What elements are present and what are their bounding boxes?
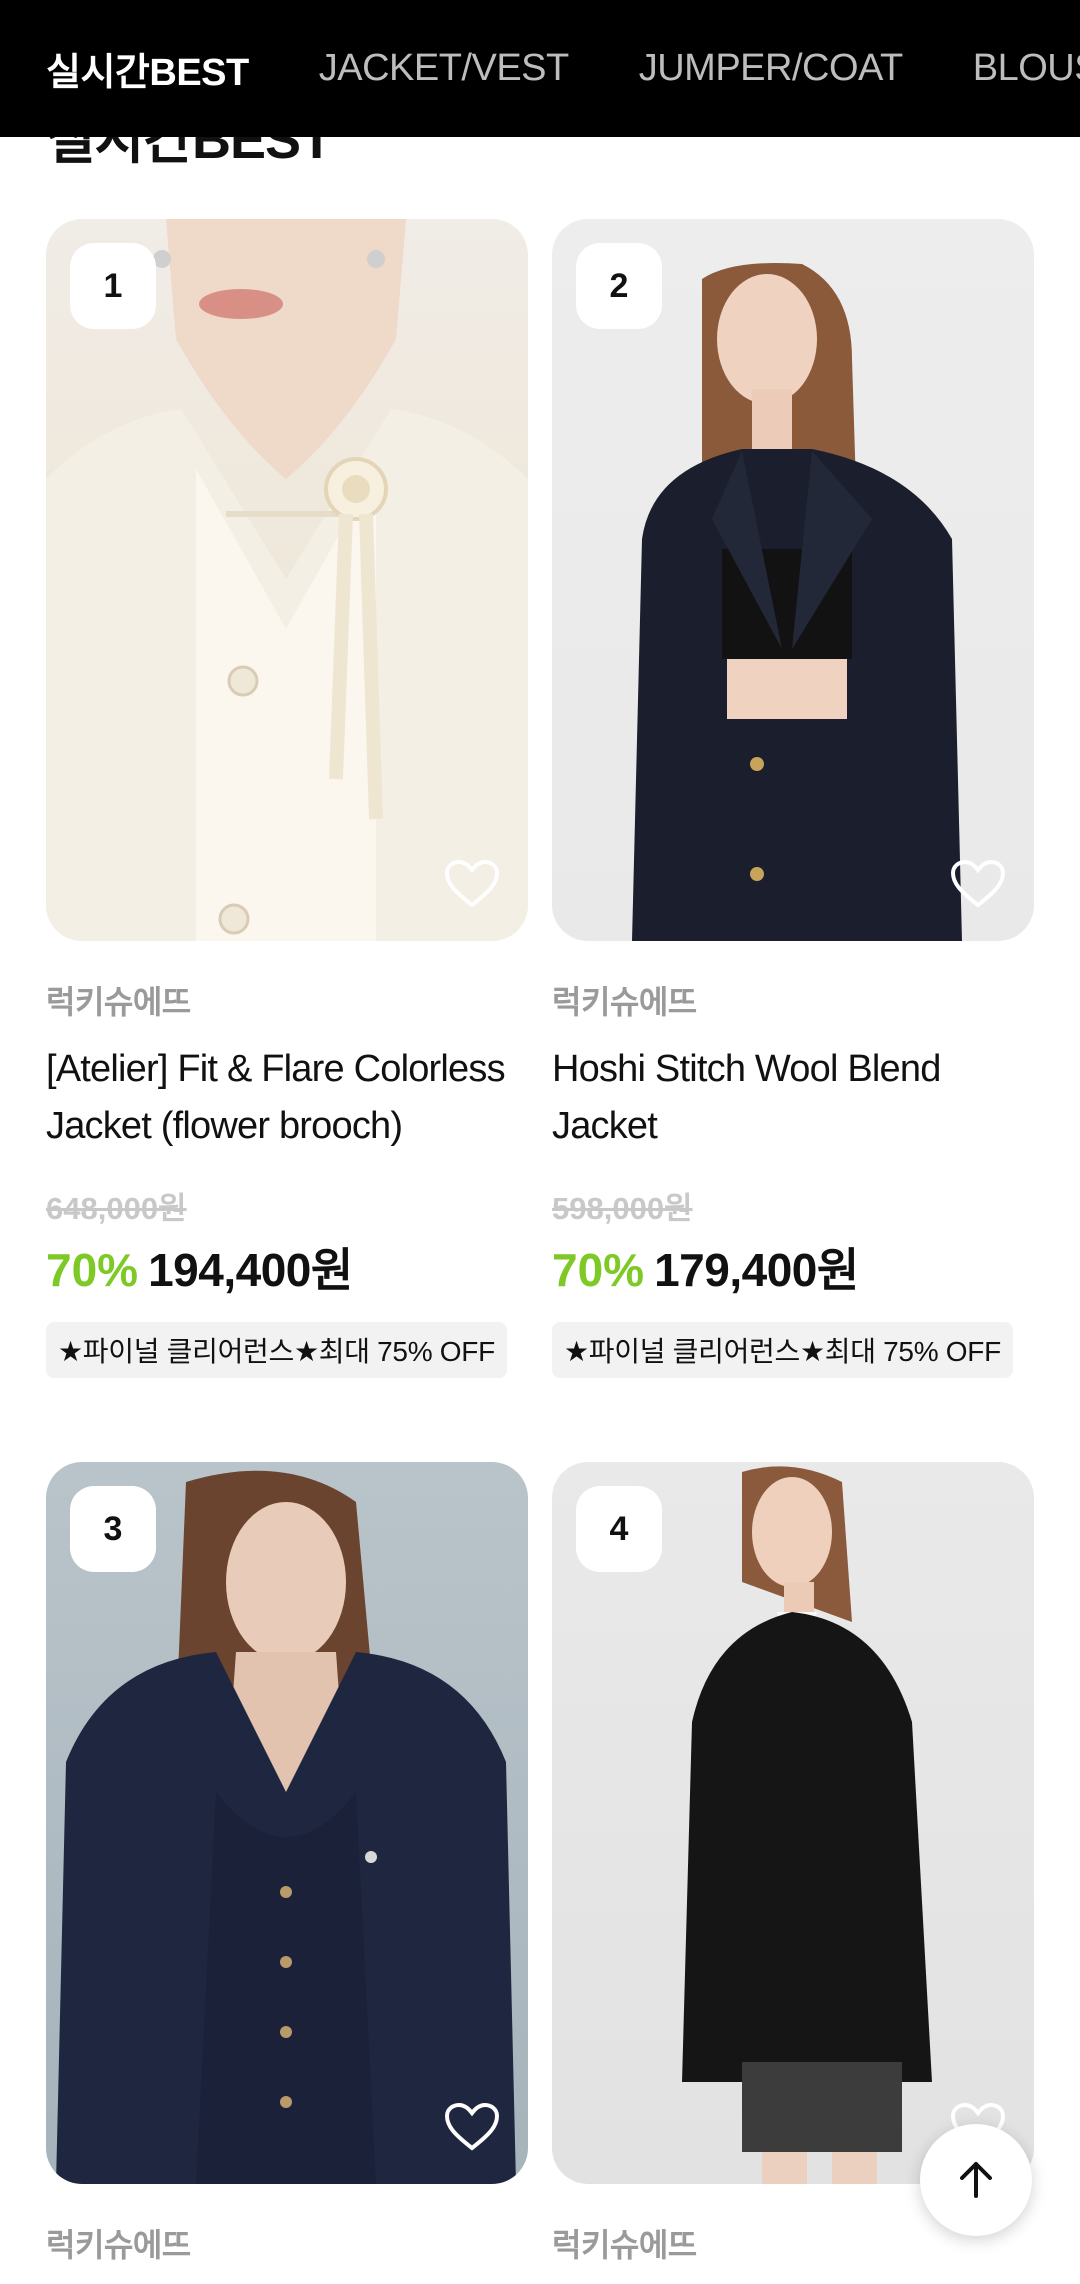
product-name[interactable]: [Atelier] Fit & Flare Colorless Jacket (…: [46, 1041, 528, 1155]
product-brand: 럭키슈에뜨: [552, 984, 697, 1020]
product-card[interactable]: 2 럭키슈에뜨 Hoshi Stitch Wool Blend Jacket 5…: [552, 219, 1034, 1378]
product-name[interactable]: Hoshi Stitch Wool Blend Jacket: [552, 1041, 1034, 1155]
tab-jumper-coat[interactable]: JUMPER/COAT: [639, 47, 904, 90]
sale-price: 179,400원: [654, 1244, 859, 1296]
rank-badge: 2: [576, 243, 662, 329]
original-price: 648,000원: [46, 1191, 187, 1226]
rank-badge: 1: [70, 243, 156, 329]
heart-icon[interactable]: [950, 859, 1006, 909]
heart-icon[interactable]: [444, 859, 500, 909]
tab-realtime-best[interactable]: 실시간BEST: [46, 41, 249, 96]
rank-badge: 4: [576, 1486, 662, 1572]
promo-badge: ★파이널 클리어런스★최대 75% OFF: [552, 1322, 1013, 1378]
discount-rate: 70%: [46, 1244, 139, 1296]
product-image[interactable]: 4: [552, 1462, 1034, 2184]
product-brand: 럭키슈에뜨: [46, 984, 191, 1020]
arrow-up-icon: [960, 2162, 992, 2198]
category-tab-bar: 실시간BEST JACKET/VEST JUMPER/COAT BLOUS: [0, 0, 1080, 137]
original-price: 598,000원: [552, 1191, 693, 1226]
product-card[interactable]: 3 럭키슈에뜨: [46, 1462, 528, 2266]
product-brand: 럭키슈에뜨: [46, 2227, 191, 2263]
heart-icon[interactable]: [444, 2102, 500, 2152]
product-card[interactable]: 1 럭키슈에뜨 [Atelier] Fit & Flare Colorless …: [46, 219, 528, 1378]
product-image[interactable]: 3: [46, 1462, 528, 2184]
tab-blouse[interactable]: BLOUS: [973, 47, 1080, 90]
product-image[interactable]: 1: [46, 219, 528, 941]
discount-rate: 70%: [552, 1244, 645, 1296]
product-image[interactable]: 2: [552, 219, 1034, 941]
rank-badge: 3: [70, 1486, 156, 1572]
scroll-top-button[interactable]: [920, 2124, 1032, 2236]
sale-price: 194,400원: [148, 1244, 353, 1296]
promo-badge: ★파이널 클리어런스★최대 75% OFF: [46, 1322, 507, 1378]
tab-jacket-vest[interactable]: JACKET/VEST: [319, 47, 570, 90]
